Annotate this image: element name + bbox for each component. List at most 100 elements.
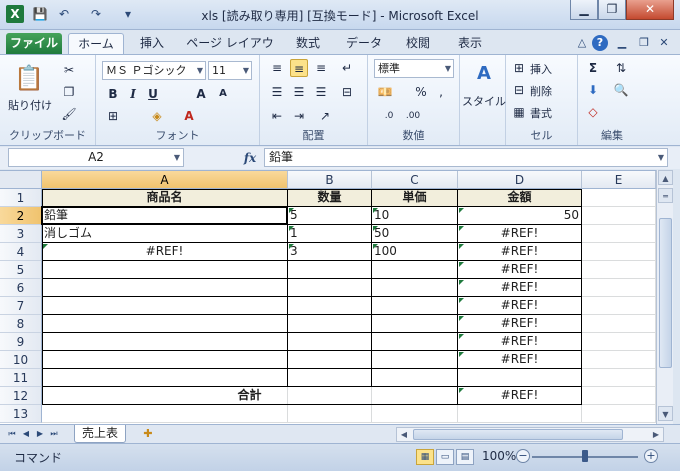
italic-icon[interactable]: I	[124, 85, 142, 103]
shrink-font-icon[interactable]: A	[214, 85, 232, 103]
format-painter-icon[interactable]: 🖌	[60, 105, 78, 123]
table-cell[interactable]: 5	[288, 207, 371, 224]
row-header-1[interactable]: 1	[0, 189, 42, 207]
table-cell[interactable]: 1	[288, 225, 371, 242]
table-cell[interactable]: 10	[372, 207, 457, 224]
table-cell[interactable]: #REF!	[458, 315, 581, 332]
scroll-left-icon[interactable]: ◀	[397, 428, 411, 441]
table-cell[interactable]	[372, 261, 457, 278]
table-cell[interactable]	[42, 315, 287, 332]
table-cell[interactable]	[42, 297, 287, 314]
row-header-7[interactable]: 7	[0, 297, 42, 315]
workbook-restore-icon[interactable]: ❐	[636, 35, 652, 51]
table-cell[interactable]	[288, 351, 371, 368]
table-cell[interactable]	[42, 351, 287, 368]
table-cell[interactable]	[372, 351, 457, 368]
expand-formula-bar-icon[interactable]: ▼	[654, 148, 668, 167]
row-header-2[interactable]: 2	[0, 207, 42, 225]
table-header-cell[interactable]: 数量	[288, 189, 371, 206]
table-cell[interactable]: #REF!	[458, 261, 581, 278]
align-center-icon[interactable]: ☰	[290, 83, 308, 101]
horizontal-scrollbar[interactable]: ◀ ▶	[396, 427, 664, 442]
table-cell[interactable]	[372, 297, 457, 314]
sort-filter-icon[interactable]: ⇅	[612, 59, 630, 77]
table-cell[interactable]: #REF!	[42, 243, 287, 260]
tab-page-layout[interactable]: ページ レイアウト	[182, 33, 278, 70]
table-cell[interactable]	[42, 279, 287, 296]
column-header-d[interactable]: D	[458, 171, 582, 189]
total-value[interactable]: #REF!	[458, 387, 581, 404]
comma-icon[interactable]: ,	[432, 83, 450, 101]
row-header-8[interactable]: 8	[0, 315, 42, 333]
row-header-9[interactable]: 9	[0, 333, 42, 351]
column-header-a[interactable]: A	[42, 171, 288, 189]
decrease-decimal-icon[interactable]: .00	[404, 107, 422, 125]
new-sheet-icon[interactable]: ✚	[138, 426, 158, 442]
underline-icon[interactable]: U	[144, 85, 162, 103]
row-header-5[interactable]: 5	[0, 261, 42, 279]
insert-cells-icon[interactable]: ⊞	[510, 59, 528, 77]
number-format-combo[interactable]: 標準 ▼	[374, 59, 454, 78]
zoom-slider-knob[interactable]	[582, 450, 588, 462]
table-cell[interactable]	[288, 333, 371, 350]
tab-formulas[interactable]: 数式	[288, 33, 328, 54]
autosum-icon[interactable]: Σ	[584, 59, 602, 77]
tab-insert[interactable]: 挿入	[132, 33, 172, 54]
row-header-3[interactable]: 3	[0, 225, 42, 243]
table-header-cell[interactable]: 単価	[372, 189, 457, 206]
table-cell[interactable]: #REF!	[458, 243, 581, 260]
font-color-icon[interactable]: A	[180, 107, 198, 125]
align-bottom-icon[interactable]: ≡	[312, 59, 330, 77]
font-size-combo[interactable]: 11 ▼	[208, 61, 252, 80]
table-cell[interactable]	[288, 279, 371, 296]
table-cell[interactable]: 100	[372, 243, 457, 260]
scroll-down-icon[interactable]: ▼	[658, 406, 673, 421]
table-header-cell[interactable]: 金額	[458, 189, 581, 206]
normal-view-icon[interactable]: ▦	[416, 449, 434, 465]
table-cell[interactable]: #REF!	[458, 225, 581, 242]
zoom-in-icon[interactable]: +	[644, 449, 658, 463]
select-all-corner[interactable]	[0, 171, 42, 189]
vertical-scroll-thumb[interactable]	[659, 218, 672, 368]
table-cell[interactable]	[288, 261, 371, 278]
workbook-minimize-icon[interactable]: ▁	[614, 35, 630, 51]
format-cells-label[interactable]: 書式	[530, 105, 552, 121]
table-cell[interactable]	[372, 333, 457, 350]
tab-home[interactable]: ホーム	[68, 33, 124, 54]
column-header-e[interactable]: E	[582, 171, 656, 189]
bold-icon[interactable]: B	[104, 85, 122, 103]
formula-input[interactable]: 鉛筆	[264, 148, 668, 167]
first-sheet-icon[interactable]: ⏮	[6, 427, 18, 441]
selected-cell-a2[interactable]	[41, 206, 288, 225]
column-header-b[interactable]: B	[288, 171, 372, 189]
align-right-icon[interactable]: ☰	[312, 83, 330, 101]
insert-cells-label[interactable]: 挿入	[530, 61, 552, 77]
increase-indent-icon[interactable]: ⇥	[290, 107, 308, 125]
row-header-13[interactable]: 13	[0, 405, 42, 423]
scroll-up-icon[interactable]: ▲	[658, 170, 673, 185]
merge-center-icon[interactable]: ⊟	[338, 83, 356, 101]
next-sheet-icon[interactable]: ▶	[34, 427, 46, 441]
column-header-c[interactable]: C	[372, 171, 458, 189]
table-cell[interactable]: 消しゴム	[42, 225, 287, 242]
table-cell[interactable]: #REF!	[458, 297, 581, 314]
table-cell[interactable]: #REF!	[458, 279, 581, 296]
table-cell[interactable]: #REF!	[458, 351, 581, 368]
cut-icon[interactable]: ✂	[60, 61, 78, 79]
align-left-icon[interactable]: ☰	[268, 83, 286, 101]
close-button[interactable]: ✕	[626, 0, 674, 20]
paste-label[interactable]: 貼り付け	[8, 97, 52, 113]
table-cell[interactable]: 3	[288, 243, 371, 260]
paste-icon[interactable]: 📋	[14, 61, 44, 95]
insert-function-icon[interactable]: fx	[240, 149, 260, 167]
orientation-icon[interactable]: ↗	[316, 107, 334, 125]
vertical-scrollbar[interactable]: ▲ ═ ▼	[656, 170, 673, 424]
table-cell[interactable]: 50	[372, 225, 457, 242]
scroll-right-icon[interactable]: ▶	[649, 428, 663, 441]
delete-cells-icon[interactable]: ⊟	[510, 81, 528, 99]
clear-icon[interactable]: ◇	[584, 103, 602, 121]
tab-file[interactable]: ファイル	[6, 33, 62, 54]
grow-font-icon[interactable]: A	[192, 85, 210, 103]
align-top-icon[interactable]: ≡	[268, 59, 286, 77]
tab-view[interactable]: 表示	[450, 33, 490, 54]
